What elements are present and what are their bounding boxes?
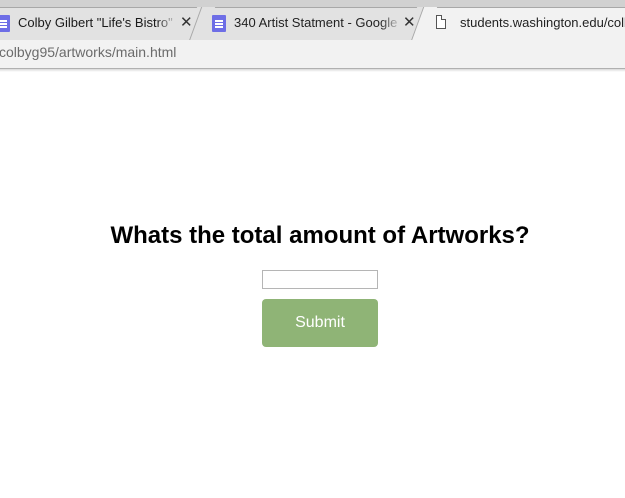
tab-artist-statement[interactable]: 340 Artist Statment - Google ✕ bbox=[188, 7, 444, 40]
close-tab-icon[interactable]: ✕ bbox=[180, 13, 193, 33]
tab-title-fade bbox=[380, 13, 402, 33]
tab-title-fade bbox=[156, 13, 178, 33]
tab-title: students.washington.edu/colb bbox=[460, 15, 625, 30]
toolbar-shadow bbox=[0, 69, 625, 72]
tab-title: 340 Artist Statment - Google bbox=[234, 15, 398, 30]
google-docs-icon bbox=[212, 15, 226, 32]
google-docs-icon bbox=[0, 15, 10, 32]
artwork-count-input[interactable] bbox=[262, 270, 378, 289]
address-bar[interactable]: colbyg95/artworks/main.html bbox=[0, 40, 625, 69]
tab-colby-gilbert[interactable]: Colby Gilbert "Life's Bistro" - ✕ bbox=[0, 7, 224, 40]
submit-button[interactable]: Submit bbox=[262, 299, 378, 347]
question-heading: Whats the total amount of Artworks? bbox=[110, 222, 530, 249]
url-text[interactable]: colbyg95/artworks/main.html bbox=[0, 44, 176, 60]
tab-title: Colby Gilbert "Life's Bistro" - bbox=[18, 15, 176, 30]
page-icon bbox=[436, 15, 446, 29]
tab-inner: Colby Gilbert "Life's Bistro" - ✕ bbox=[0, 13, 200, 35]
tab-strip: Colby Gilbert "Life's Bistro" - ✕ 340 Ar… bbox=[0, 0, 625, 40]
tab-students-washington[interactable]: students.washington.edu/colb bbox=[410, 7, 625, 40]
tab-inner: 340 Artist Statment - Google ✕ bbox=[212, 13, 420, 35]
tab-inner: students.washington.edu/colb bbox=[434, 13, 625, 35]
